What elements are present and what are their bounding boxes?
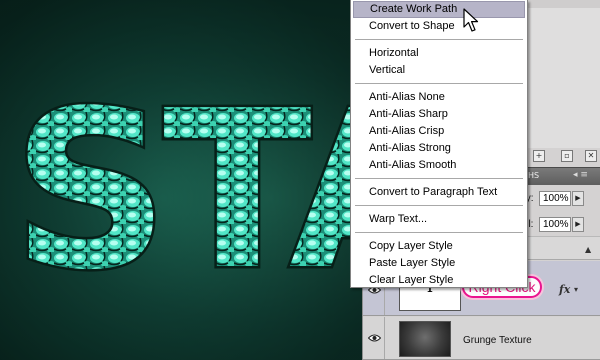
menu-item-vertical[interactable]: Vertical — [353, 62, 525, 79]
fx-icon[interactable]: fx — [559, 283, 570, 296]
eye-icon[interactable] — [368, 334, 381, 342]
panel-menu-icon[interactable]: ◂ ≡ — [573, 170, 599, 183]
arrow-cursor-icon — [463, 8, 479, 32]
layer-name[interactable]: Grunge Texture — [463, 335, 532, 346]
layer-row-grunge-texture[interactable]: Grunge Texture — [363, 317, 600, 360]
menu-separator — [355, 205, 523, 206]
menu-item-anti-alias-strong[interactable]: Anti-Alias Strong — [353, 140, 525, 157]
visibility-toggle[interactable] — [363, 317, 385, 359]
scroll-up-icon[interactable]: ▲ — [585, 245, 591, 254]
canvas-artwork: STA — [0, 0, 362, 360]
menu-item-copy-layer-style[interactable]: Copy Layer Style — [353, 238, 525, 255]
opacity-field[interactable]: 100% — [539, 191, 571, 206]
menu-item-horizontal[interactable]: Horizontal — [353, 45, 525, 62]
menu-item-create-work-path[interactable]: Create Work Path — [353, 1, 525, 18]
artwork-text: STA — [12, 65, 362, 318]
fill-dropdown-icon[interactable]: ▶ — [572, 217, 584, 232]
menu-item-convert-to-shape[interactable]: Convert to Shape — [353, 18, 525, 35]
opacity-dropdown-icon[interactable]: ▶ — [572, 191, 584, 206]
menu-item-anti-alias-none[interactable]: Anti-Alias None — [353, 89, 525, 106]
panel-mini-toolbar: + ▫ ✕ — [523, 150, 600, 164]
layer-thumbnail[interactable] — [399, 321, 451, 357]
menu-item-warp-text[interactable]: Warp Text... — [353, 211, 525, 228]
menu-separator — [355, 39, 523, 40]
menu-separator — [355, 83, 523, 84]
menu-item-anti-alias-sharp[interactable]: Anti-Alias Sharp — [353, 106, 525, 123]
new-item-icon[interactable]: + — [533, 150, 545, 162]
fx-expand-icon[interactable]: ▾ — [574, 285, 578, 294]
menu-separator — [355, 232, 523, 233]
menu-item-paste-layer-style[interactable]: Paste Layer Style — [353, 255, 525, 272]
trash-icon[interactable]: ✕ — [585, 150, 597, 162]
fill-field[interactable]: 100% — [539, 217, 571, 232]
menu-item-clear-layer-style[interactable]: Clear Layer Style — [353, 272, 525, 289]
menu-item-anti-alias-crisp[interactable]: Anti-Alias Crisp — [353, 123, 525, 140]
context-menu: Create Work Path Convert to Shape Horizont… — [350, 0, 528, 288]
page-icon[interactable]: ▫ — [561, 150, 573, 162]
menu-item-anti-alias-smooth[interactable]: Anti-Alias Smooth — [353, 157, 525, 174]
menu-item-convert-to-paragraph-text[interactable]: Convert to Paragraph Text — [353, 184, 525, 201]
paths-tab-stub[interactable]: HS — [528, 171, 544, 180]
menu-separator — [355, 178, 523, 179]
